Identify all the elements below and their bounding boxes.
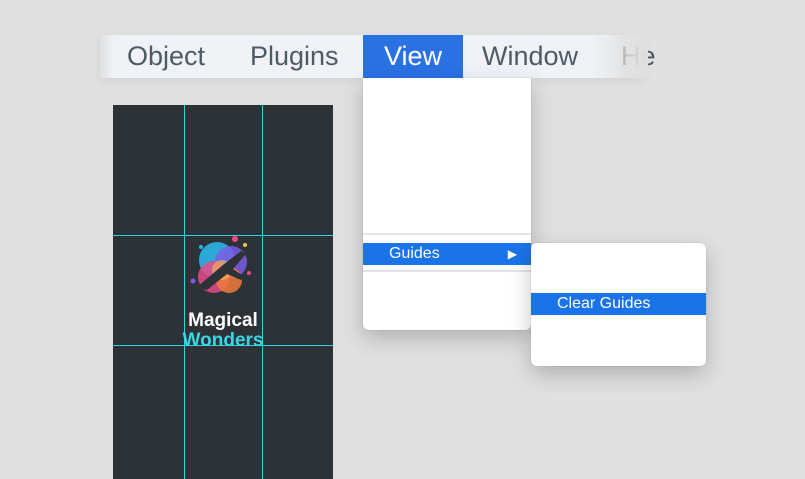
menu-item-clear-guides-label: Clear Guides xyxy=(557,295,651,312)
menu-separator xyxy=(363,270,531,272)
submenu-arrow-icon: ▶ xyxy=(507,247,517,261)
menu-item-clear-guides[interactable]: Clear Guides xyxy=(531,293,706,315)
menu-object[interactable]: Object xyxy=(127,35,205,78)
artboard[interactable]: Magical Wonders xyxy=(113,105,333,479)
menu-view[interactable]: View xyxy=(363,35,463,78)
guides-submenu: Clear Guides xyxy=(531,243,706,366)
menu-help[interactable]: He xyxy=(621,35,656,78)
menu-item-guides-label: Guides xyxy=(389,245,440,262)
menu-separator xyxy=(363,233,531,235)
menu-window[interactable]: Window xyxy=(482,35,578,78)
logo-text-wonders: Wonders xyxy=(182,330,264,351)
menu-plugins[interactable]: Plugins xyxy=(250,35,339,78)
magical-wonders-logo xyxy=(190,236,251,293)
menu-bar: Object Plugins View Window He xyxy=(100,35,656,78)
menu-item-guides[interactable]: Guides ▶ xyxy=(363,243,531,265)
logo-text-magical: Magical xyxy=(188,310,258,331)
view-menu-dropdown: Guides ▶ xyxy=(363,78,531,330)
